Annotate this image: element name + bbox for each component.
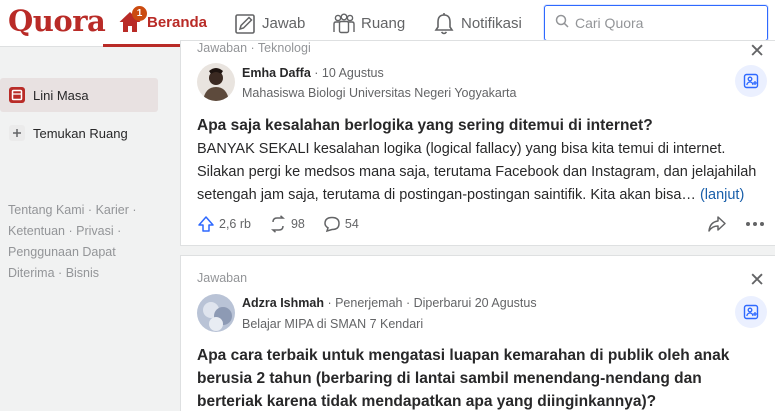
upvote-button[interactable]: 2,6 rb	[197, 215, 251, 233]
left-sidebar: Lini Masa Temukan Ruang Tentang Kami · K…	[0, 47, 170, 411]
follow-icon[interactable]	[735, 296, 767, 328]
read-more-link[interactable]: (lanjut)	[700, 187, 744, 203]
feed-card: Jawaban ✕ Adzra Ishmah · Penerjemah · Di…	[180, 255, 775, 411]
people-icon	[331, 11, 357, 37]
action-bar: 2,6 rb 98 54	[197, 212, 765, 236]
card-context: Jawaban	[197, 271, 248, 285]
home-icon: 1	[117, 6, 147, 35]
author-name[interactable]: Emha Daffa	[242, 66, 311, 80]
card-actions-right	[707, 215, 765, 233]
notification-badge: 1	[132, 6, 147, 21]
footer-link-careers[interactable]: Karier	[96, 203, 129, 217]
avatar[interactable]	[197, 294, 235, 332]
card-context: Jawaban · Teknologi	[197, 41, 311, 55]
comment-icon	[324, 216, 340, 233]
share-icon	[270, 215, 285, 233]
post-meta: · Penerjemah · Diperbarui 20 Agustus	[323, 296, 537, 310]
pencil-icon	[232, 11, 258, 37]
timeline-icon	[9, 87, 25, 103]
nav-notifications-label: Notifikasi	[461, 15, 522, 32]
footer-separator: ·	[68, 224, 73, 238]
author-credential: Mahasiswa Biologi Universitas Negeri Yog…	[242, 86, 517, 100]
nav-answer-label: Jawab	[262, 15, 306, 32]
sidebar-item-timeline[interactable]: Lini Masa	[0, 78, 158, 112]
answer-text: BANYAK SEKALI kesalahan logika (logical …	[197, 141, 757, 203]
search-input[interactable]	[575, 15, 755, 31]
footer-link-terms[interactable]: Ketentuan	[8, 224, 65, 238]
question-title[interactable]: Apa saja kesalahan berlogika yang sering…	[197, 114, 767, 137]
more-icon[interactable]	[745, 221, 765, 227]
footer-link-acceptable-use[interactable]: Penggunaan Dapat Diterima	[8, 245, 116, 280]
plus-icon	[9, 125, 25, 141]
share-count: 98	[290, 217, 305, 231]
nav-spaces-label: Ruang	[361, 15, 406, 32]
quora-logo[interactable]: Quora	[8, 4, 106, 38]
bell-icon	[431, 11, 457, 37]
question-title[interactable]: Apa cara terbaik untuk mengatasi luapan …	[197, 344, 767, 411]
footer-separator: ·	[117, 224, 122, 238]
comment-button[interactable]: 54	[323, 215, 359, 233]
footer-separator: ·	[132, 203, 137, 217]
upvote-count: 2,6 rb	[219, 217, 251, 231]
upvote-icon	[198, 216, 214, 232]
search-icon	[555, 14, 569, 33]
sidebar-item-label: Lini Masa	[33, 87, 89, 103]
author-line: Adzra Ishmah · Penerjemah · Diperbarui 2…	[242, 296, 537, 310]
footer-separator: ·	[87, 203, 93, 217]
footer-links: Tentang Kami · Karier · Ketentuan · Priv…	[8, 200, 158, 284]
author-credential: Belajar MIPA di SMAN 7 Kendari	[242, 317, 424, 331]
sidebar-item-label: Temukan Ruang	[33, 125, 128, 141]
share-button[interactable]: 98	[269, 215, 305, 233]
post-meta: · 10 Agustus	[310, 66, 384, 80]
sidebar-item-discover-spaces[interactable]: Temukan Ruang	[0, 116, 158, 150]
avatar[interactable]	[197, 63, 235, 101]
feed-card: Jawaban · Teknologi ✕ Emha Daffa · 10 Ag…	[180, 40, 775, 246]
footer-link-privacy[interactable]: Privasi	[76, 224, 114, 238]
answer-snippet[interactable]: BANYAK SEKALI kesalahan logika (logical …	[197, 138, 769, 207]
close-icon[interactable]: ✕	[749, 42, 765, 61]
forward-icon[interactable]	[707, 215, 727, 233]
nav-home-label: Beranda	[147, 13, 208, 31]
author-name[interactable]: Adzra Ishmah	[242, 296, 324, 310]
search-box[interactable]	[544, 5, 768, 41]
footer-link-about[interactable]: Tentang Kami	[8, 203, 84, 217]
footer-link-business[interactable]: Bisnis	[66, 266, 99, 280]
footer-separator: ·	[58, 266, 63, 280]
follow-icon[interactable]	[735, 65, 767, 97]
author-line: Emha Daffa · 10 Agustus	[242, 66, 384, 80]
close-icon[interactable]: ✕	[749, 271, 765, 290]
comment-count: 54	[344, 217, 359, 231]
